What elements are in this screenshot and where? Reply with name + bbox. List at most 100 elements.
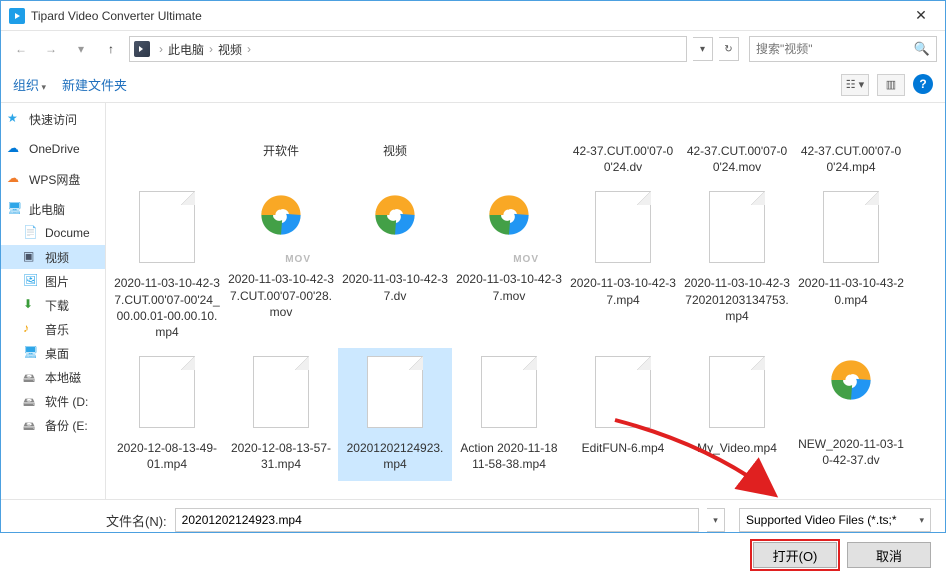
refresh-button[interactable]: ↻ xyxy=(719,37,739,61)
file-thumb xyxy=(819,115,883,195)
breadcrumb-part-0[interactable]: 此电脑 xyxy=(166,41,206,58)
pc-icon: 🖥 xyxy=(7,201,23,217)
sidebar-item-label: OneDrive xyxy=(29,142,80,156)
file-item[interactable]: 42-37.CUT.00'07-00'24.mov xyxy=(680,111,794,183)
sidebar-item-10[interactable]: 🖴本地磁 xyxy=(1,365,105,389)
toolbar: 组织 新建文件夹 ☷ ▾ ▥ ? xyxy=(1,67,945,103)
sidebar-item-label: 下载 xyxy=(45,297,69,314)
disk-icon: 🖴 xyxy=(23,393,39,409)
disk-icon: 🖴 xyxy=(23,417,39,433)
search-box[interactable]: 🔍 xyxy=(749,36,937,62)
sidebar-item-4[interactable]: 📄Docume xyxy=(1,221,105,245)
open-button[interactable]: 打开(O) xyxy=(753,542,837,568)
file-item[interactable]: 42-37.CUT.00'07-00'24.dv xyxy=(566,111,680,183)
nav-forward-button[interactable]: → xyxy=(39,37,63,61)
file-item[interactable]: 2020-11-03-10-42-3720201203134753.mp4 xyxy=(680,183,794,348)
sidebar-item-6[interactable]: 🖼图片 xyxy=(1,269,105,293)
breadcrumb-dropdown[interactable]: ▾ xyxy=(693,37,713,61)
help-button[interactable]: ? xyxy=(913,74,933,94)
sidebar-item-3[interactable]: 🖥此电脑 xyxy=(1,197,105,221)
file-thumb xyxy=(135,356,199,436)
preview-pane-button[interactable]: ▥ xyxy=(877,74,905,96)
file-item[interactable]: EditFUN-6.mp4 xyxy=(566,348,680,480)
sidebar-item-0[interactable]: ★快速访问 xyxy=(1,107,105,131)
file-name: 2020-11-03-10-42-37.mp4 xyxy=(568,275,678,307)
search-input[interactable] xyxy=(756,42,914,56)
file-item[interactable]: 开软件 xyxy=(224,111,338,183)
sidebar-item-7[interactable]: ⬇ 下载 xyxy=(1,293,105,317)
file-item[interactable]: 2020-11-03-10-42-37.CUT.00'07-00'24_00.0… xyxy=(110,183,224,348)
file-thumb xyxy=(591,356,655,436)
filename-label: 文件名(N): xyxy=(106,511,167,530)
content-area: ★快速访问☁OneDrive☁WPS网盘🖥此电脑📄Docume▣视频🖼图片⬇下载… xyxy=(1,103,945,499)
view-mode-button[interactable]: ☷ ▾ xyxy=(841,74,869,96)
dl-icon: ⬇ xyxy=(23,297,39,313)
sidebar-item-12[interactable]: 🖴备份 (E: xyxy=(1,413,105,437)
file-name: Action 2020-11-18 11-58-38.mp4 xyxy=(454,440,564,472)
app-icon xyxy=(9,8,25,24)
breadcrumb[interactable]: › 此电脑 › 视频 › xyxy=(129,36,687,62)
file-list[interactable]: 开软件视频42-37.CUT.00'07-00'24.dv42-37.CUT.0… xyxy=(106,103,945,499)
organize-menu[interactable]: 组织 xyxy=(13,75,46,94)
filename-dropdown[interactable]: ▾ xyxy=(707,508,725,532)
file-item[interactable]: 2020-12-08-13-49-01.mp4 xyxy=(110,348,224,480)
file-item[interactable]: MOV2020-11-03-10-42-37.mov xyxy=(452,183,566,348)
file-thumb xyxy=(363,187,427,267)
file-thumb xyxy=(819,191,883,271)
filetype-select[interactable]: Supported Video Files (*.ts;*▾ xyxy=(739,508,931,532)
file-item[interactable]: 2020-11-03-10-42-37.mp4 xyxy=(566,183,680,348)
file-item[interactable]: 2020-11-03-10-42-37.dv xyxy=(338,183,452,348)
sidebar-item-2[interactable]: ☁WPS网盘 xyxy=(1,167,105,191)
file-thumb xyxy=(705,191,769,271)
nav-recent-button[interactable]: ▾ xyxy=(69,37,93,61)
file-item[interactable]: NEW_2020-11-03-10-42-37.dv xyxy=(794,348,908,480)
file-item[interactable]: 2020-11-03-10-43-20.mp4 xyxy=(794,183,908,348)
file-thumb: MOV xyxy=(249,187,313,267)
file-name: 2020-11-03-10-42-37.CUT.00'07-00'28.mov xyxy=(226,271,336,320)
sidebar-item-label: 音乐 xyxy=(45,321,69,338)
sidebar-item-1[interactable]: ☁ OneDrive xyxy=(1,137,105,161)
file-name: 2020-11-03-10-42-3720201203134753.mp4 xyxy=(682,275,792,324)
nav-up-button[interactable]: ↑ xyxy=(99,37,123,61)
file-thumb xyxy=(477,356,541,436)
window-title: Tipard Video Converter Ultimate xyxy=(31,9,899,23)
file-item[interactable]: 视频 xyxy=(338,111,452,183)
sidebar-item-label: WPS网盘 xyxy=(29,171,80,188)
file-name: 2020-11-03-10-43-20.mp4 xyxy=(796,275,906,307)
sidebar-item-label: 本地磁 xyxy=(45,369,81,386)
file-thumb xyxy=(591,191,655,271)
sidebar-item-8[interactable]: ♪ 音乐 xyxy=(1,317,105,341)
file-thumb xyxy=(363,356,427,436)
file-thumb: MOV xyxy=(477,187,541,267)
music-icon: ♪ xyxy=(23,321,39,337)
file-thumb xyxy=(705,115,769,195)
breadcrumb-sep: › xyxy=(156,42,166,56)
file-thumb xyxy=(819,352,883,432)
address-bar: ← → ▾ ↑ › 此电脑 › 视频 › ▾ ↻ 🔍 xyxy=(1,31,945,67)
breadcrumb-sep: › xyxy=(244,42,254,56)
cancel-button[interactable]: 取消 xyxy=(847,542,931,568)
filename-input[interactable]: 20201202124923.mp4 xyxy=(175,508,699,532)
file-item[interactable]: MOV2020-11-03-10-42-37.CUT.00'07-00'28.m… xyxy=(224,183,338,348)
cloud-icon: ☁ xyxy=(7,141,23,157)
file-item[interactable]: 2020-12-08-13-57-31.mp4 xyxy=(224,348,338,480)
video-icon: ▣ xyxy=(23,249,39,265)
sidebar-item-5[interactable]: ▣视频 xyxy=(1,245,105,269)
file-thumb xyxy=(135,191,199,271)
file-item[interactable]: Action 2020-11-18 11-58-38.mp4 xyxy=(452,348,566,480)
breadcrumb-part-1[interactable]: 视频 xyxy=(216,41,244,58)
dialog-footer: 文件名(N): 20201202124923.mp4 ▾ Supported V… xyxy=(1,499,945,580)
file-name: My_Video.mp4 xyxy=(682,440,792,456)
nav-back-button[interactable]: ← xyxy=(9,37,33,61)
close-button[interactable]: ✕ xyxy=(899,2,943,30)
file-item[interactable]: 42-37.CUT.00'07-00'24.mp4 xyxy=(794,111,908,183)
file-item[interactable]: My_Video.mp4 xyxy=(680,348,794,480)
video-folder-icon xyxy=(134,41,150,57)
file-thumb xyxy=(249,356,313,436)
sidebar-item-9[interactable]: 🖥桌面 xyxy=(1,341,105,365)
new-folder-button[interactable]: 新建文件夹 xyxy=(62,75,127,94)
search-icon[interactable]: 🔍 xyxy=(914,41,930,57)
file-item[interactable]: 20201202124923.mp4 xyxy=(338,348,452,480)
file-name: NEW_2020-11-03-10-42-37.dv xyxy=(796,436,906,468)
sidebar-item-11[interactable]: 🖴软件 (D: xyxy=(1,389,105,413)
